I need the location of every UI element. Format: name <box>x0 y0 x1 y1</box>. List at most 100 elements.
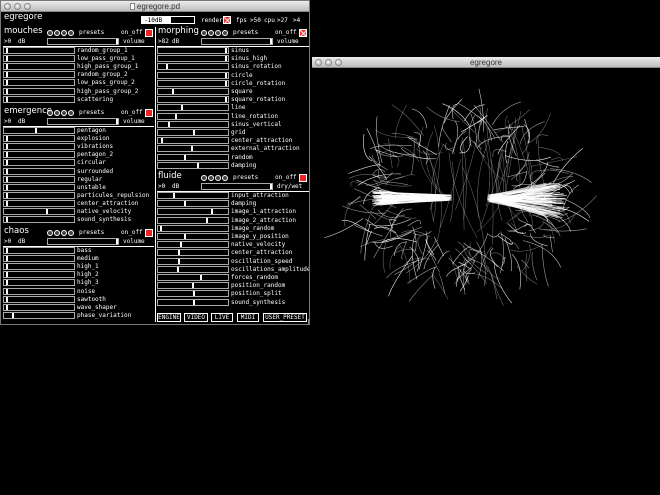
param-slider[interactable] <box>3 303 75 311</box>
param-slider[interactable] <box>157 241 229 249</box>
param-slider[interactable] <box>3 263 75 271</box>
user-preset-button[interactable]: USER_PRESET <box>263 313 307 322</box>
param-slider[interactable] <box>3 151 75 159</box>
param-slider[interactable] <box>3 95 75 103</box>
volume-slider[interactable] <box>201 183 273 190</box>
preset-slot-4[interactable] <box>68 230 74 236</box>
param-slider[interactable] <box>3 167 75 175</box>
midi-button[interactable]: MIDI <box>237 313 259 322</box>
preset-slot-1[interactable] <box>201 30 207 36</box>
param-slider[interactable] <box>157 249 229 257</box>
param-slider[interactable] <box>157 274 229 281</box>
close-window-button[interactable] <box>4 3 11 10</box>
preset-slot-3[interactable] <box>61 110 67 116</box>
param-slider[interactable] <box>157 153 229 161</box>
onoff-toggle[interactable] <box>299 29 307 37</box>
preset-slot-2[interactable] <box>208 175 214 181</box>
volume-slider[interactable] <box>47 238 119 245</box>
param-slider[interactable] <box>3 79 75 87</box>
param-slider[interactable] <box>3 287 75 295</box>
param-slider[interactable] <box>157 120 229 128</box>
param-slider[interactable] <box>157 290 229 298</box>
param-slider[interactable] <box>3 47 75 54</box>
preset-slot-3[interactable] <box>215 30 221 36</box>
live-button[interactable]: LIVE <box>211 313 233 322</box>
param-slider[interactable] <box>3 159 75 167</box>
extra-number-box[interactable]: >4 <box>293 17 300 24</box>
engine-button[interactable]: ENGINE <box>157 313 181 322</box>
preset-slot-2[interactable] <box>54 110 60 116</box>
param-slider[interactable] <box>157 298 229 306</box>
param-slider[interactable] <box>3 175 75 183</box>
param-slider[interactable] <box>3 279 75 287</box>
param-slider[interactable] <box>157 161 229 169</box>
param-slider[interactable] <box>157 71 229 79</box>
gem-minimize-button[interactable] <box>325 59 332 66</box>
volume-slider[interactable] <box>47 118 119 125</box>
param-slider[interactable] <box>157 47 229 54</box>
param-slider[interactable] <box>3 127 75 134</box>
param-slider[interactable] <box>157 200 229 208</box>
preset-slot-1[interactable] <box>201 175 207 181</box>
param-slider[interactable] <box>3 311 75 319</box>
preset-slot-4[interactable] <box>68 30 74 36</box>
gem-close-button[interactable] <box>315 59 322 66</box>
preset-slot-1[interactable] <box>47 110 53 116</box>
param-slider[interactable] <box>3 87 75 95</box>
onoff-toggle[interactable] <box>299 174 307 182</box>
param-slider[interactable] <box>157 79 229 87</box>
db-number-box[interactable]: >0 <box>158 183 165 190</box>
param-slider[interactable] <box>3 247 75 254</box>
param-slider[interactable] <box>157 112 229 120</box>
preset-slot-4[interactable] <box>222 30 228 36</box>
gem-window-titlebar[interactable]: egregore <box>312 57 660 68</box>
preset-slot-3[interactable] <box>61 230 67 236</box>
db-number-box[interactable]: >82 <box>158 38 169 45</box>
param-slider[interactable] <box>3 295 75 303</box>
preset-slot-2[interactable] <box>54 30 60 36</box>
param-slider[interactable] <box>157 265 229 273</box>
param-slider[interactable] <box>157 282 229 290</box>
param-slider[interactable] <box>157 63 229 71</box>
param-slider[interactable] <box>157 208 229 216</box>
video-button[interactable]: VIDEO <box>184 313 208 322</box>
preset-slot-4[interactable] <box>68 110 74 116</box>
preset-slot-2[interactable] <box>208 30 214 36</box>
master-volume-slider[interactable]: -10dB <box>141 16 195 24</box>
param-slider[interactable] <box>157 137 229 145</box>
param-slider[interactable] <box>157 88 229 95</box>
param-slider[interactable] <box>3 55 75 63</box>
param-slider[interactable] <box>157 96 229 104</box>
param-slider[interactable] <box>3 135 75 143</box>
db-number-box[interactable]: >0 <box>4 238 11 245</box>
minimize-window-button[interactable] <box>14 3 21 10</box>
preset-slot-2[interactable] <box>54 230 60 236</box>
param-slider[interactable] <box>157 192 229 199</box>
preset-slot-1[interactable] <box>47 230 53 236</box>
param-slider[interactable] <box>3 63 75 71</box>
param-slider[interactable] <box>3 255 75 263</box>
onoff-toggle[interactable] <box>145 229 153 237</box>
param-slider[interactable] <box>3 183 75 191</box>
volume-slider[interactable] <box>47 38 119 45</box>
param-slider[interactable] <box>3 208 75 215</box>
param-slider[interactable] <box>157 145 229 153</box>
param-slider[interactable] <box>157 104 229 112</box>
param-slider[interactable] <box>157 216 229 224</box>
db-number-box[interactable]: >0 <box>4 38 11 45</box>
cpu-number-box[interactable]: >27 <box>277 17 288 24</box>
zoom-window-button[interactable] <box>24 3 31 10</box>
param-slider[interactable] <box>3 216 75 224</box>
gem-zoom-button[interactable] <box>335 59 342 66</box>
param-slider[interactable] <box>3 199 75 207</box>
render-toggle[interactable] <box>223 16 231 24</box>
fps-number-box[interactable]: >50 <box>250 17 261 24</box>
param-slider[interactable] <box>3 143 75 151</box>
patch-window-titlebar[interactable]: egregore.pd <box>1 1 309 12</box>
param-slider[interactable] <box>157 129 229 136</box>
param-slider[interactable] <box>157 233 229 240</box>
param-slider[interactable] <box>3 191 75 199</box>
resize-grip-icon[interactable] <box>303 319 309 324</box>
onoff-toggle[interactable] <box>145 109 153 117</box>
param-slider[interactable] <box>3 271 75 279</box>
